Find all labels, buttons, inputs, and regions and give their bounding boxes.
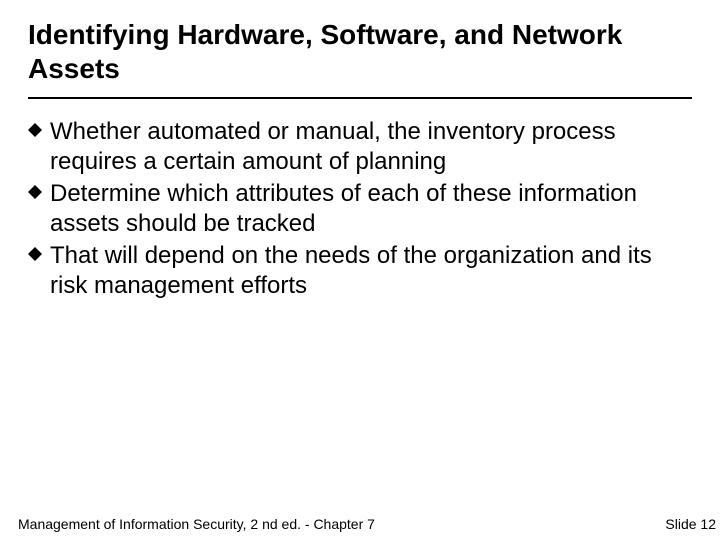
bullet-text: Whether automated or manual, the invento… (50, 118, 616, 175)
slide: Identifying Hardware, Software, and Netw… (0, 0, 720, 540)
list-item: That will depend on the needs of the org… (28, 241, 692, 301)
title-underline (28, 97, 692, 99)
bullet-list: Whether automated or manual, the invento… (28, 117, 692, 301)
diamond-icon (28, 185, 42, 199)
footer-right: Slide 12 (665, 516, 716, 532)
slide-title: Identifying Hardware, Software, and Netw… (28, 18, 692, 95)
slide-footer: Management of Information Security, 2 nd… (18, 516, 716, 532)
diamond-icon (28, 247, 42, 261)
list-item: Determine which attributes of each of th… (28, 179, 692, 239)
list-item: Whether automated or manual, the invento… (28, 117, 692, 177)
diamond-icon (28, 123, 42, 137)
bullet-text: That will depend on the needs of the org… (50, 242, 652, 299)
bullet-text: Determine which attributes of each of th… (50, 180, 637, 237)
footer-left: Management of Information Security, 2 nd… (18, 516, 375, 532)
